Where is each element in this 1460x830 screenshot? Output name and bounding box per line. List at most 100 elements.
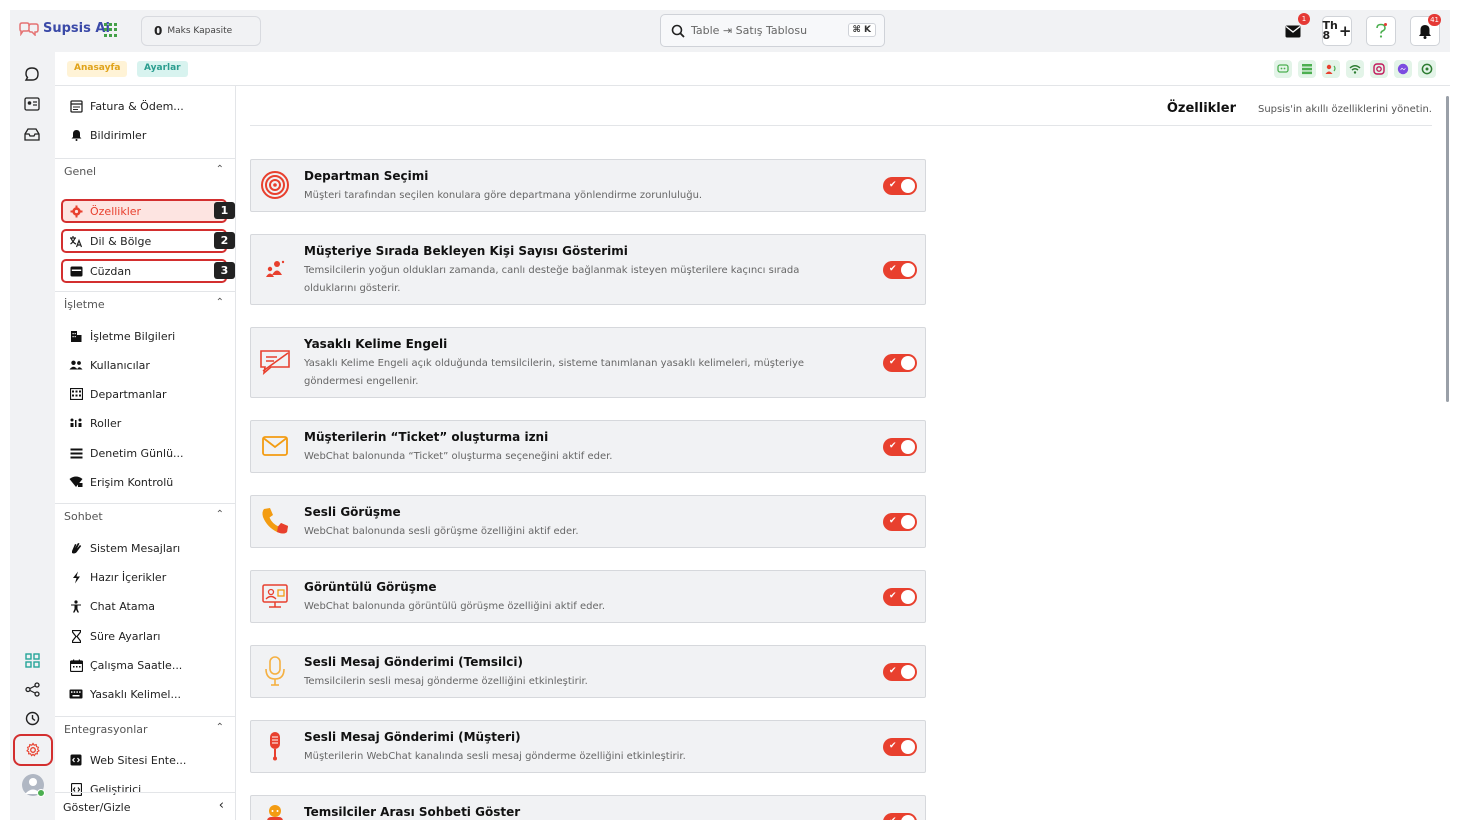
sidebar-item-access-control[interactable]: Erişim Kontrolü — [69, 471, 229, 493]
roles-icon — [69, 416, 83, 430]
profile-add-button[interactable]: Th 8 + — [1322, 16, 1352, 46]
instagram-icon[interactable] — [1370, 60, 1388, 78]
app-logo[interactable]: Supsis Ai — [18, 21, 110, 36]
sidebar-item-business-info[interactable]: İşletme Bilgileri — [69, 325, 229, 347]
feature-title: Departman Seçimi — [304, 169, 429, 183]
sidebar-item-audit-log[interactable]: Denetim Günlü... — [69, 442, 229, 464]
section-header-business[interactable]: İşletme ⌃ — [55, 291, 236, 317]
step-badge-2: 2 — [214, 232, 235, 249]
sidebar-item-roles[interactable]: Roller — [69, 412, 229, 434]
voice-channel-icon[interactable] — [1322, 60, 1340, 78]
chevron-up-icon: ⌃ — [215, 509, 224, 520]
wifi-channel-icon[interactable] — [1346, 60, 1364, 78]
breadcrumb-settings[interactable]: Ayarlar — [137, 61, 188, 77]
sidebar-item-canned-responses[interactable]: Hazır İçerikler — [69, 566, 229, 588]
sidebar-toggle[interactable]: Göster/Gizle ‹ — [55, 792, 236, 820]
feature-toggle[interactable]: ✔ — [883, 354, 917, 372]
rail-chat-icon[interactable] — [22, 64, 42, 84]
help-button[interactable] — [1366, 16, 1396, 46]
feature-toggle[interactable]: ✔ — [883, 438, 917, 456]
top-bar: Supsis Ai 0 Maks Kapasite Table ⇥ Satış … — [10, 10, 1450, 52]
breadcrumb-home[interactable]: Anasayfa — [67, 61, 128, 77]
section-header-general[interactable]: Genel ⌃ — [55, 158, 236, 184]
page-subtitle: Supsis'in akıllı özelliklerini yönetin. — [1258, 104, 1432, 115]
mail-badge: 1 — [1298, 13, 1310, 25]
section-header-chat[interactable]: Sohbet ⌃ — [55, 503, 236, 529]
rail-settings-button[interactable] — [13, 734, 53, 766]
feature-card-queue-count: Müşteriye Sırada Bekleyen Kişi Sayısı Gö… — [250, 234, 926, 305]
search-shortcut: ⌘ K — [847, 23, 876, 37]
avatar[interactable] — [22, 774, 45, 797]
feature-card-video-call: Görüntülü Görüşme WebChat balonunda görü… — [250, 570, 926, 623]
chevron-up-icon: ⌃ — [215, 722, 224, 733]
feature-description: WebChat balonunda “Ticket” oluşturma seç… — [304, 451, 613, 462]
sidebar-item-billing[interactable]: Fatura & Ödem... — [69, 95, 229, 117]
profile-label: Th 8 — [1323, 20, 1338, 41]
apps-grid-icon[interactable] — [104, 23, 118, 37]
feature-card-voice-message-agent: Sesli Mesaj Gönderimi (Temsilci) Temsilc… — [250, 645, 926, 698]
sidebar-item-departments[interactable]: Departmanlar — [69, 383, 229, 405]
list-channel-icon[interactable] — [1298, 60, 1316, 78]
messenger-icon[interactable] — [1394, 60, 1412, 78]
sidebar-item-features[interactable]: Özellikler — [69, 200, 229, 222]
feature-toggle[interactable]: ✔ — [883, 261, 917, 279]
sidebar-item-wallet[interactable]: Cüzdan — [69, 260, 229, 282]
feature-toggle[interactable]: ✔ — [883, 513, 917, 531]
step-badge-1: 1 — [214, 202, 235, 219]
feature-card-voice-message-customer: Sesli Mesaj Gönderimi (Müşteri) Müşteril… — [250, 720, 926, 773]
scrollbar[interactable] — [1446, 96, 1449, 402]
gear-icon — [26, 742, 40, 757]
sidebar-item-language[interactable]: Dil & Bölge — [69, 230, 229, 252]
search-input[interactable]: Table ⇥ Satış Tablosu ⌘ K — [660, 14, 885, 47]
sidebar-item-label: Yasaklı Kelimel... — [90, 687, 181, 701]
feature-toggle[interactable]: ✔ — [883, 177, 917, 195]
sidebar-item-label: Dil & Bölge — [90, 234, 152, 248]
feature-toggle[interactable]: ✔ — [883, 813, 917, 820]
rail-inbox-icon[interactable] — [22, 124, 42, 144]
rail-clock-icon[interactable] — [22, 708, 42, 728]
sidebar-item-users[interactable]: Kullanıcılar — [69, 354, 229, 376]
sidebar-item-label: İşletme Bilgileri — [90, 329, 176, 343]
sidebar-item-time-settings[interactable]: Süre Ayarları — [69, 625, 229, 647]
departments-icon — [69, 387, 83, 401]
sidebar-item-label: Denetim Günlü... — [90, 446, 184, 460]
sidebar-item-website-integration[interactable]: Web Sitesi Ente... — [69, 749, 229, 771]
section-header-integrations[interactable]: Entegrasyonlar ⌃ — [55, 716, 236, 742]
section-label: Genel — [64, 165, 97, 178]
sidebar-item-label: Sistem Mesajları — [90, 541, 181, 555]
target-icon — [259, 169, 291, 201]
sidebar-item-system-messages[interactable]: Sistem Mesajları — [69, 537, 229, 559]
envelope-icon — [259, 430, 291, 462]
rail-dashboard-icon[interactable] — [22, 650, 42, 670]
waving-hand-icon — [69, 541, 83, 555]
code-window-icon — [69, 753, 83, 767]
sidebar-item-working-hours[interactable]: Çalışma Saatle... — [69, 654, 229, 676]
rail-contacts-icon[interactable] — [22, 94, 42, 114]
feature-toggle[interactable]: ✔ — [883, 588, 917, 606]
list-icon — [69, 446, 83, 460]
feature-title: Yasaklı Kelime Engeli — [304, 337, 448, 351]
sidebar-item-label: Cüzdan — [90, 264, 132, 278]
feature-card-department-selection: Departman Seçimi Müşteri tarafından seçi… — [250, 159, 926, 212]
feature-toggle[interactable]: ✔ — [883, 738, 917, 756]
breadcrumb: Anasayfa Ayarlar — [55, 52, 1450, 86]
person-assign-icon — [69, 599, 83, 613]
chevron-up-icon: ⌃ — [215, 297, 224, 308]
sidebar-item-banned-words[interactable]: Yasaklı Kelimel... — [69, 683, 229, 705]
sidebar-item-chat-assignment[interactable]: Chat Atama — [69, 595, 229, 617]
whatsapp-icon[interactable] — [1418, 60, 1436, 78]
rail-share-icon[interactable] — [22, 679, 42, 699]
notifications-button[interactable]: 41 — [1410, 14, 1441, 46]
capacity-label: Maks Kapasite — [167, 26, 233, 36]
feature-description: Temsilcilerin yoğun oldukları zamanda, c… — [304, 265, 800, 294]
video-call-icon — [259, 580, 291, 612]
sidebar-item-label: Fatura & Ödem... — [90, 99, 184, 113]
mail-button[interactable]: 1 — [1278, 13, 1310, 46]
sidebar-item-label: Kullanıcılar — [90, 358, 150, 372]
capacity-indicator[interactable]: 0 Maks Kapasite — [141, 16, 261, 46]
feature-toggle[interactable]: ✔ — [883, 663, 917, 681]
webchat-channel-icon[interactable] — [1274, 60, 1292, 78]
step-badge-3: 3 — [214, 262, 235, 279]
chevron-left-icon: ‹ — [218, 798, 224, 813]
sidebar-item-notifications[interactable]: Bildirimler — [69, 124, 229, 146]
